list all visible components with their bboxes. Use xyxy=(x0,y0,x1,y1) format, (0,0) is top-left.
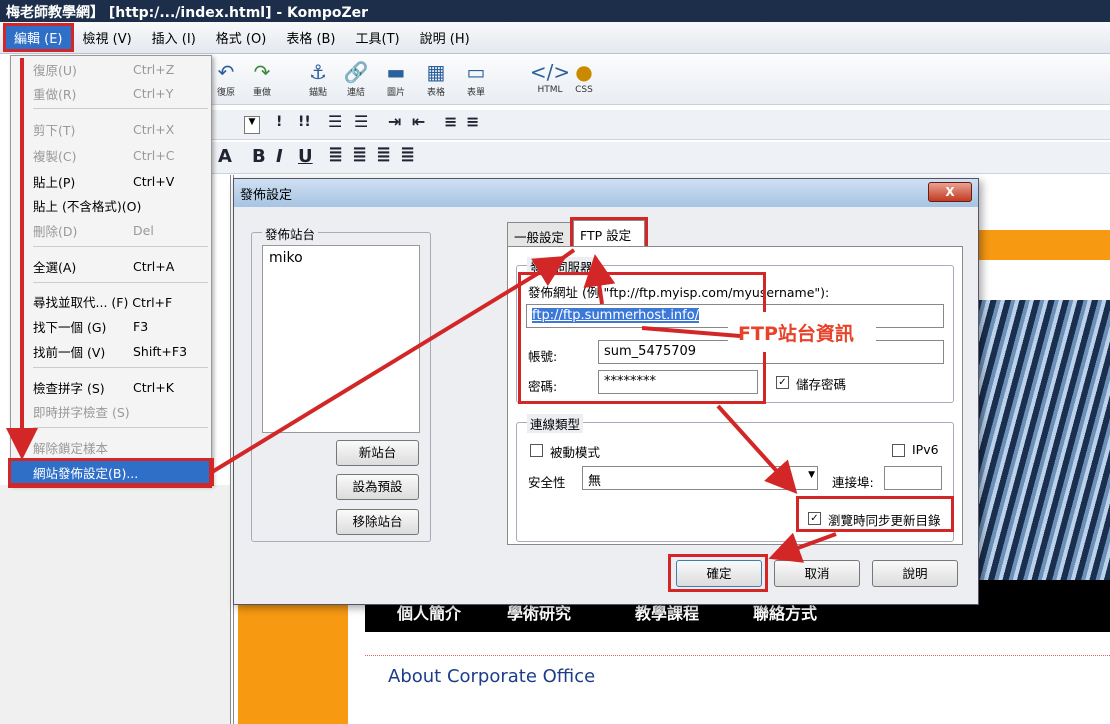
window-title: 梅老師教學網】 [http:/.../index.html] - KompoZe… xyxy=(0,0,1110,22)
page-heading: About Corporate Office xyxy=(388,666,596,687)
menu-insert[interactable]: 插入 (I) xyxy=(144,26,204,49)
bold-button[interactable]: B xyxy=(252,146,266,167)
image-button[interactable]: ▬ 圖片 xyxy=(374,59,418,98)
numbered-list-icon[interactable]: ☰ xyxy=(354,112,368,131)
left-pane xyxy=(0,485,230,724)
tab-ftp[interactable]: FTP 設定 xyxy=(570,217,648,249)
remove-site-button[interactable]: 移除站台 xyxy=(336,509,419,535)
dialog-title: 發佈設定 xyxy=(234,179,978,207)
site-list[interactable]: miko xyxy=(262,245,420,433)
menubar: 編輯 (E) 檢視 (V) 插入 (I) 格式 (O) 表格 (B) 工具(T)… xyxy=(0,22,1110,54)
image-icon: ▬ xyxy=(386,60,406,84)
menu-delete[interactable]: 刪除(D) Del xyxy=(11,219,211,241)
css-button[interactable]: ● CSS xyxy=(562,59,606,95)
font-size-button[interactable]: A xyxy=(218,146,232,167)
menu-view[interactable]: 檢視 (V) xyxy=(75,26,140,49)
menu-cut[interactable]: 剪下(T) Ctrl+X xyxy=(11,118,211,140)
highlight-ok xyxy=(668,554,768,592)
ftp-info-annotation: FTP站台資訊 xyxy=(728,312,876,352)
highlight-menu xyxy=(8,458,212,488)
underline-button[interactable]: U xyxy=(298,146,313,167)
menu-undo[interactable]: 復原(U) Ctrl+Z xyxy=(11,58,211,80)
security-select[interactable]: 無 ▼ xyxy=(582,466,818,490)
form-icon: ▭ xyxy=(466,60,486,84)
menu-redo[interactable]: 重做(R) Ctrl+Y xyxy=(11,82,211,104)
save-password-label: 儲存密碼 xyxy=(796,377,847,392)
bullet-list-icon[interactable]: ☰ xyxy=(328,112,342,131)
align-icon-2[interactable]: ≡ xyxy=(466,112,479,131)
emphasis-button[interactable]: ! xyxy=(276,114,282,130)
ipv6-checkbox[interactable] xyxy=(892,444,905,457)
indent-icon[interactable]: ⇥ xyxy=(388,112,401,131)
chevron-down-icon: ▼ xyxy=(808,470,815,480)
menu-separator xyxy=(33,427,208,428)
link-button[interactable]: 🔗 連結 xyxy=(334,59,378,98)
menu-separator xyxy=(33,246,208,247)
port-label: 連接埠: xyxy=(832,475,874,490)
page-header-orange xyxy=(976,230,1110,260)
menu-help[interactable]: 說明 (H) xyxy=(412,26,478,49)
align-center-icon[interactable]: ≣ xyxy=(352,144,367,165)
menu-format[interactable]: 格式 (O) xyxy=(208,26,275,49)
table-icon: ▦ xyxy=(426,60,446,84)
align-icon[interactable]: ≡ xyxy=(444,112,457,131)
redo-icon: ↷ xyxy=(253,60,271,84)
menu-separator xyxy=(33,367,208,368)
menu-live-spell[interactable]: 即時拼字檢查 (S) xyxy=(11,400,211,422)
menu-separator xyxy=(33,108,208,109)
set-default-button[interactable]: 設為預設 xyxy=(336,474,419,500)
divider xyxy=(230,175,231,724)
passive-mode-label: 被動模式 xyxy=(550,445,601,460)
menu-select-all[interactable]: 全選(A) Ctrl+A xyxy=(11,255,211,277)
menu-paste-plain[interactable]: 貼上 (不含格式)(O) xyxy=(11,194,211,216)
menu-copy[interactable]: 複製(C) Ctrl+C xyxy=(11,144,211,166)
divider xyxy=(365,655,1110,656)
list-item[interactable]: miko xyxy=(269,250,413,266)
tab-general[interactable]: 一般設定 xyxy=(507,222,573,246)
italic-button[interactable]: I xyxy=(276,146,283,167)
menu-find-next[interactable]: 找下一個 (G) F3 xyxy=(11,315,211,337)
close-button[interactable]: X xyxy=(928,182,972,202)
menu-find-prev[interactable]: 找前一個 (V) Shift+F3 xyxy=(11,340,211,362)
menu-find-replace[interactable]: 尋找並取代... (F) Ctrl+F xyxy=(11,290,211,312)
menu-tools[interactable]: 工具(T) xyxy=(348,26,408,49)
align-right-icon[interactable]: ≣ xyxy=(376,144,391,165)
outdent-icon[interactable]: ⇤ xyxy=(412,112,425,131)
format-toolbar-1: ▼ ! !! ☰ ☰ ⇥ ⇤ ≡ ≡ xyxy=(210,110,1110,140)
table-button[interactable]: ▦ 表格 xyxy=(414,59,458,98)
main-toolbar: ↶ 復原 ↷ 重做 ⚓ 錨點 🔗 連結 ▬ 圖片 ▦ 表格 ▭ 表單 </> HTML ● CSS xyxy=(210,55,1110,105)
security-label: 安全性 xyxy=(528,475,566,490)
help-button[interactable]: 說明 xyxy=(872,560,958,587)
link-icon: 🔗 xyxy=(343,60,369,84)
menu-unlock[interactable]: 解除鎖定樣本 xyxy=(11,436,211,458)
building-image xyxy=(976,300,1110,580)
port-input[interactable] xyxy=(884,466,942,490)
format-toolbar-2: A B I U ≣ ≣ ≣ ≣ xyxy=(210,142,1110,174)
menu-spellcheck[interactable]: 檢查拼字 (S) Ctrl+K xyxy=(11,376,211,398)
menu-table[interactable]: 表格 (B) xyxy=(278,26,343,49)
css-icon: ● xyxy=(575,60,593,84)
redo-button[interactable]: ↷ 重做 xyxy=(240,59,284,98)
paragraph-format-dropdown[interactable]: ▼ xyxy=(244,116,260,134)
menu-separator xyxy=(33,282,208,283)
form-button[interactable]: ▭ 表單 xyxy=(454,59,498,98)
save-password-checkbox[interactable]: ✓ xyxy=(776,376,789,389)
align-left-icon[interactable]: ≣ xyxy=(328,144,343,165)
ipv6-label: IPv6 xyxy=(912,442,939,457)
new-site-button[interactable]: 新站台 xyxy=(336,440,419,466)
menu-edit[interactable]: 編輯 (E) xyxy=(3,23,74,52)
edit-menu: 復原(U) Ctrl+Z 重做(R) Ctrl+Y 剪下(T) Ctrl+X 複製(C… xyxy=(8,55,214,486)
cancel-button[interactable]: 取消 xyxy=(774,560,860,587)
strong-button[interactable]: !! xyxy=(298,114,311,130)
menu-paste[interactable]: 貼上(P) Ctrl+V xyxy=(11,170,211,192)
justify-icon[interactable]: ≣ xyxy=(400,144,415,165)
passive-mode-checkbox[interactable] xyxy=(530,444,543,457)
highlight-sync xyxy=(796,496,954,532)
